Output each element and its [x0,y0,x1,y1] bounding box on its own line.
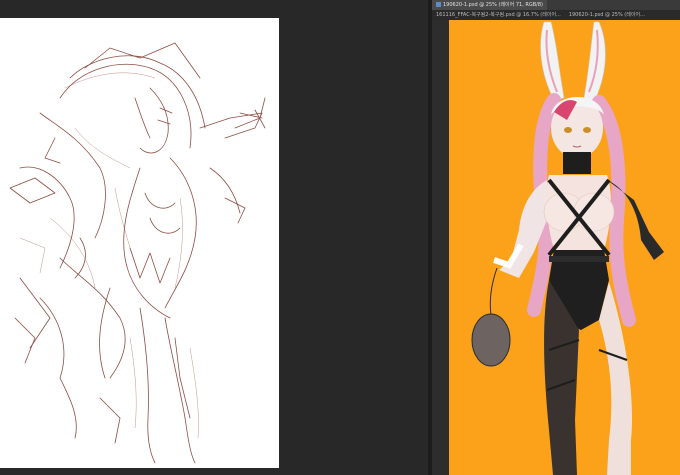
tab-row-primary: 190620-1.psd @ 25% (레이어 71, RGB/8) [432,0,680,10]
tab-row-secondary: 161116_FFAC-복구됨2-복구됨.psd @ 16.7% (레이어...… [432,10,680,20]
sketch-canvas[interactable] [0,18,279,468]
document-window: 190620-1.psd @ 25% (레이어 71, RGB/8) 16111… [432,0,680,475]
tab-label: 161116_FFAC-복구됨2-복구됨.psd @ 16.7% (레이어... [436,12,561,18]
character-illustration [471,21,664,475]
left-workspace [0,0,428,475]
illustration-canvas[interactable] [449,20,680,475]
tab-document-active[interactable]: 190620-1.psd @ 25% (레이어 71, RGB/8) [432,0,547,10]
canvas-gutter [432,20,449,475]
tab-label: 190620-1.psd @ 25% (레이어... [568,12,645,18]
tab-document-2[interactable]: 190620-1.psd @ 25% (레이어... [565,10,649,20]
document-icon [436,2,441,7]
tab-label: 190620-1.psd @ 25% (레이어 71, RGB/8) [443,2,543,8]
tab-document-1[interactable]: 161116_FFAC-복구됨2-복구됨.psd @ 16.7% (레이어... [432,10,565,20]
document-tab-bar: 190620-1.psd @ 25% (레이어 71, RGB/8) 16111… [432,0,680,20]
sketch-drawing [9,42,266,464]
